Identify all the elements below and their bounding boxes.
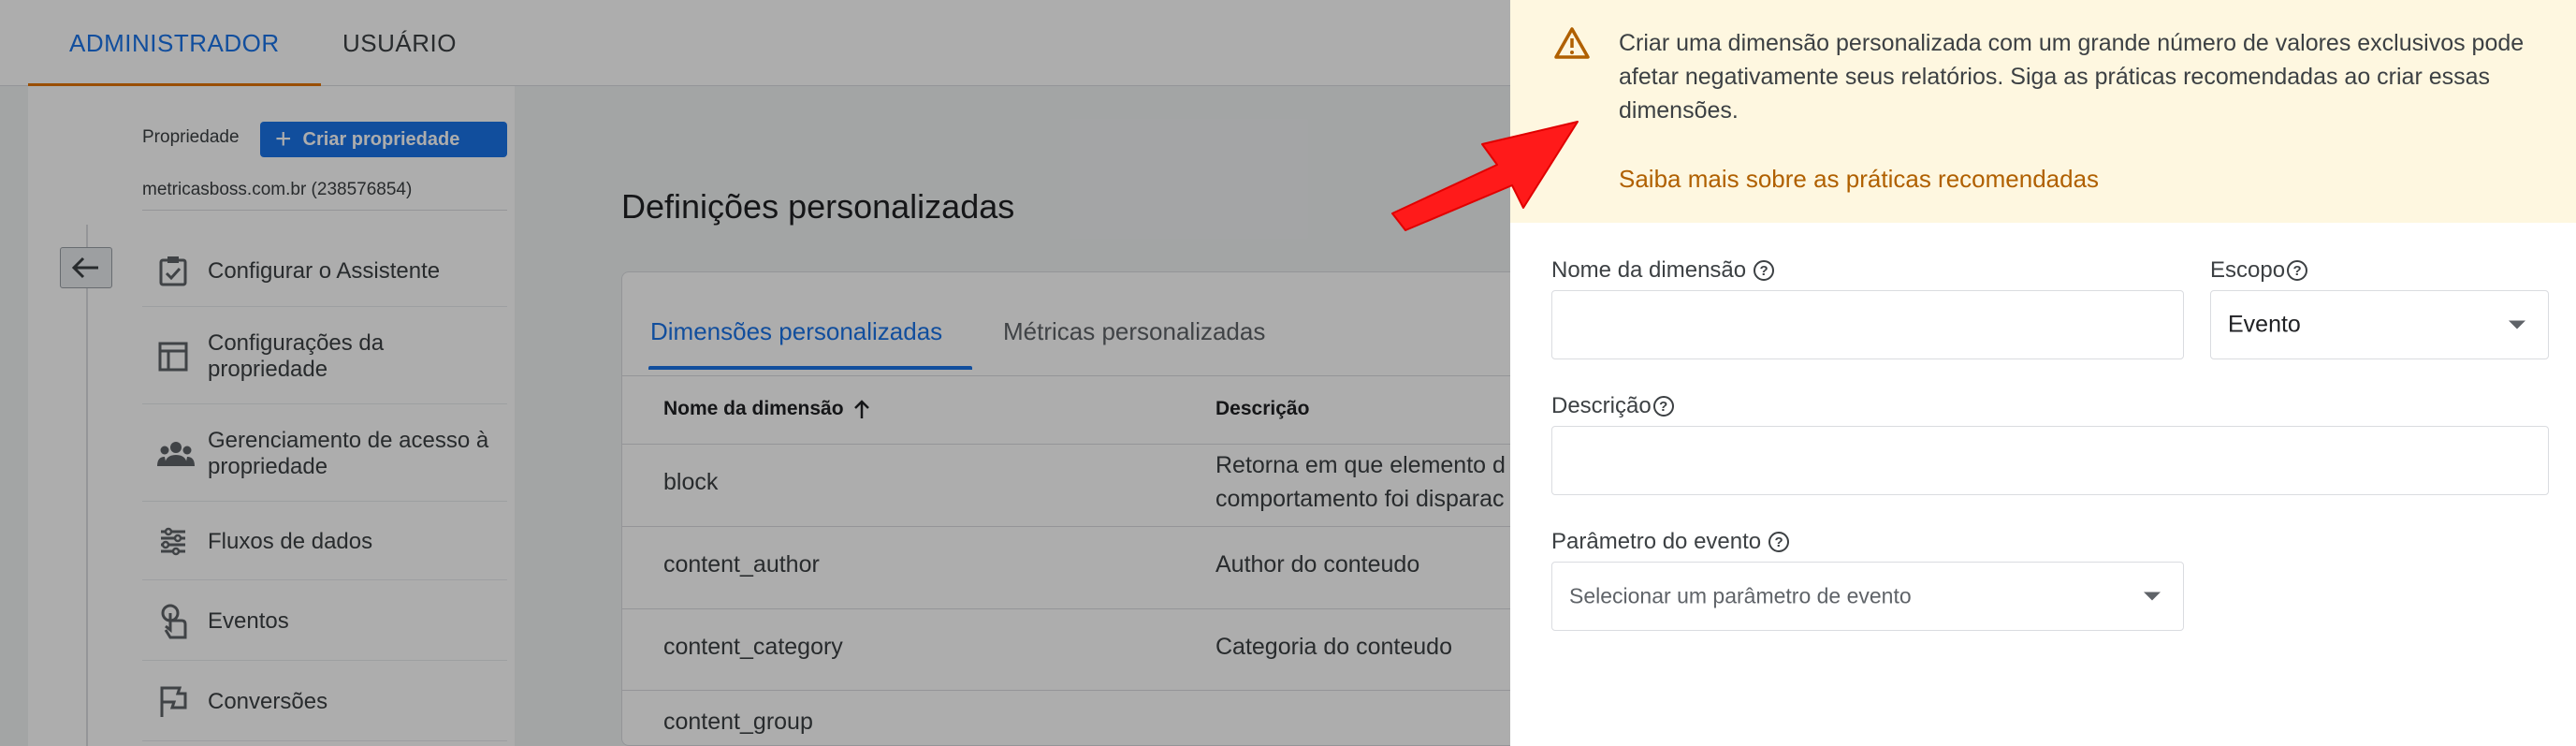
dimension-name-label-text: Nome da dimensão [1551, 257, 1747, 283]
description-label-text: Descrição [1551, 393, 1652, 418]
annotation-arrow-icon [1391, 121, 1579, 231]
help-icon[interactable]: ? [1768, 532, 1790, 552]
dimension-name-input[interactable] [1551, 290, 2184, 359]
description-input[interactable] [1551, 426, 2549, 495]
best-practices-link[interactable]: Saiba mais sobre as práticas recomendada… [1619, 165, 2099, 194]
help-icon[interactable]: ? [2287, 260, 2308, 281]
help-icon[interactable]: ? [1652, 396, 1674, 417]
warning-banner: Criar uma dimensão personalizada com um … [1510, 0, 2576, 223]
warning-text: Criar uma dimensão personalizada com um … [1619, 30, 2525, 124]
help-icon[interactable]: ? [1754, 260, 1775, 281]
chevron-down-icon [2144, 592, 2161, 601]
scope-label: Escopo ? [2210, 257, 2308, 284]
event-parameter-label-text: Parâmetro do evento [1551, 529, 1762, 554]
modal-scrim[interactable] [0, 0, 1510, 746]
description-label: Descrição ? [1551, 393, 1674, 419]
scope-select[interactable]: Evento [2210, 290, 2549, 359]
chevron-down-icon [2509, 320, 2525, 329]
create-dimension-panel: Criar uma dimensão personalizada com um … [1510, 0, 2576, 746]
dimension-name-label: Nome da dimensão ? [1551, 257, 1775, 284]
event-parameter-label: Parâmetro do evento ? [1551, 529, 1790, 555]
scope-value: Evento [2228, 311, 2301, 338]
event-parameter-select[interactable]: Selecionar um parâmetro de evento [1551, 562, 2184, 631]
warning-icon [1554, 27, 1590, 59]
event-parameter-placeholder: Selecionar um parâmetro de evento [1569, 583, 1912, 608]
scope-label-text: Escopo [2210, 257, 2286, 283]
